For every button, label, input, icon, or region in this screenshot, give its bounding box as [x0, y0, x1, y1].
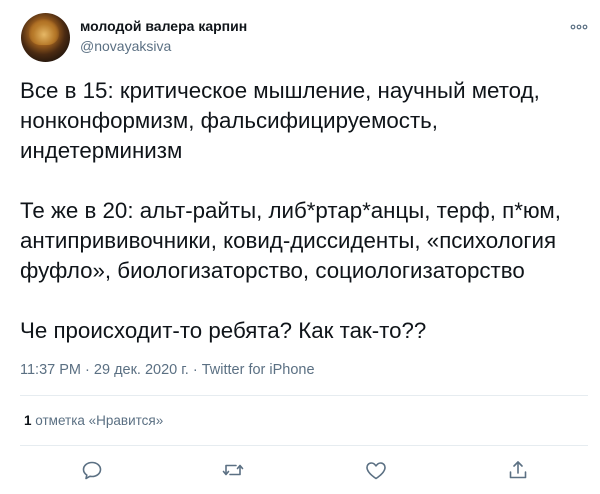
- like-icon[interactable]: [364, 458, 388, 482]
- tweet-paragraph: Все в 15: критическое мышление, научный …: [20, 78, 540, 163]
- tweet-time[interactable]: 11:37 PM: [20, 362, 81, 378]
- retweet-icon[interactable]: [221, 458, 245, 482]
- more-options-icon[interactable]: [569, 20, 589, 32]
- tweet-paragraph: Че происходит-то ребята? Как так-то??: [20, 318, 427, 343]
- avatar[interactable]: [21, 13, 70, 62]
- tweet-text: Все в 15: критическое мышление, научный …: [20, 76, 590, 346]
- likes-count: 1: [24, 413, 32, 428]
- avatar-photo: [29, 19, 59, 45]
- author-handle[interactable]: @novayaksiva: [80, 38, 171, 54]
- share-icon[interactable]: [506, 458, 530, 482]
- tweet-source[interactable]: Twitter for iPhone: [202, 362, 315, 378]
- tweet-paragraph: Те же в 20: альт-райты, либ*ртар*анцы, т…: [20, 198, 561, 283]
- divider: [20, 395, 588, 396]
- divider: [20, 445, 588, 446]
- tweet-date[interactable]: 29 дек. 2020 г.: [94, 362, 189, 378]
- likes-summary[interactable]: 1 отметка «Нравится»: [24, 413, 163, 428]
- author-display-name[interactable]: молодой валера карпин: [80, 18, 247, 34]
- tweet-meta: 11:37 PM · 29 дек. 2020 г. · Twitter for…: [20, 362, 315, 378]
- meta-separator: ·: [192, 362, 198, 378]
- reply-icon[interactable]: [80, 458, 104, 482]
- likes-label: отметка «Нравится»: [35, 413, 164, 428]
- meta-separator: ·: [85, 362, 90, 378]
